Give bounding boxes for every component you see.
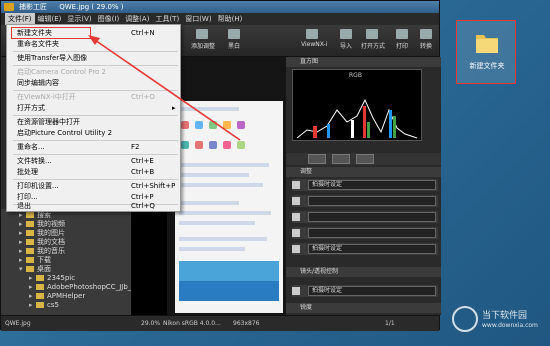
folder-icon <box>476 35 498 53</box>
watermark-title: 当下软件园 <box>482 311 528 321</box>
watermark-logo-icon <box>452 306 478 332</box>
desktop-new-folder[interactable]: 新建文件夹 <box>456 20 516 84</box>
watermark-url: www.downxia.com <box>482 322 538 329</box>
desktop-folder-label: 新建文件夹 <box>469 62 505 70</box>
watermark: 当下软件园 www.downxia.com <box>452 302 547 342</box>
